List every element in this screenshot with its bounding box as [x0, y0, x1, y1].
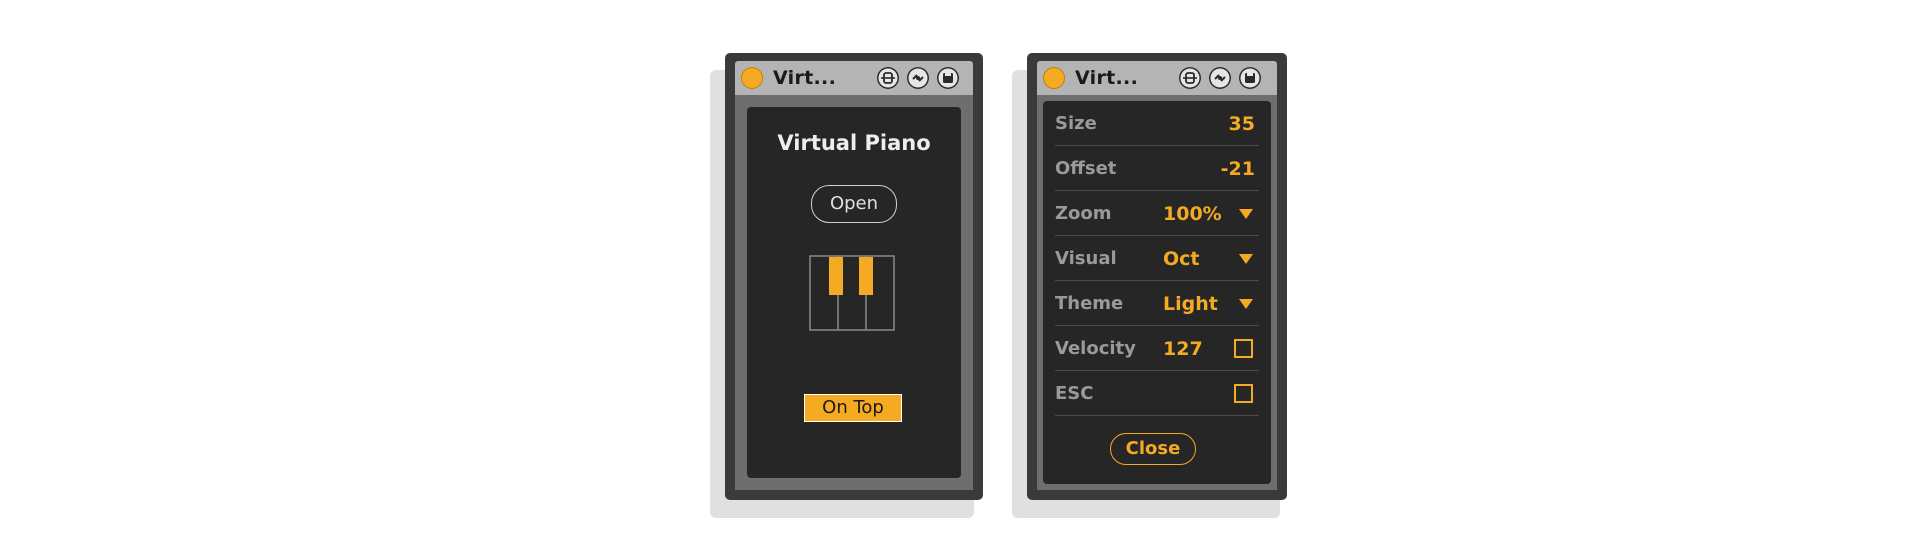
theme-value[interactable]: Light	[1163, 293, 1218, 315]
param-size[interactable]: Size 35	[1055, 101, 1259, 146]
device-heading: Virtual Piano	[777, 131, 931, 155]
zoom-value[interactable]: 100%	[1163, 203, 1222, 225]
power-icon[interactable]	[1043, 67, 1065, 89]
param-label: Offset	[1055, 158, 1117, 179]
left-panel: Virtual Piano Open On Top	[747, 107, 961, 478]
map-icon[interactable]	[1209, 67, 1231, 89]
param-theme[interactable]: Theme Light	[1055, 281, 1259, 326]
close-button[interactable]: Close	[1110, 433, 1196, 465]
visual-value[interactable]: Oct	[1163, 248, 1200, 270]
right-panel: Size 35 Offset -21 Zoom 100% Visual Oct …	[1043, 101, 1271, 484]
param-label: Visual	[1055, 248, 1117, 269]
save-icon[interactable]	[1239, 67, 1261, 89]
left-titlebar: Virt...	[735, 61, 973, 95]
param-velocity[interactable]: Velocity 127	[1055, 326, 1259, 371]
param-label: Size	[1055, 113, 1097, 134]
piano-icon	[809, 255, 895, 331]
size-value[interactable]: 35	[1229, 113, 1255, 135]
power-icon[interactable]	[741, 67, 763, 89]
freeze-icon[interactable]	[1179, 67, 1201, 89]
open-button[interactable]: Open	[811, 185, 897, 223]
param-label: Zoom	[1055, 203, 1112, 224]
chevron-down-icon[interactable]	[1239, 209, 1253, 219]
param-visual[interactable]: Visual Oct	[1055, 236, 1259, 281]
param-label: ESC	[1055, 383, 1094, 404]
right-device: Virt... Size 35 Offset -21 Zoom 100% Vis…	[1027, 53, 1287, 500]
right-titlebar: Virt...	[1037, 61, 1277, 95]
map-icon[interactable]	[907, 67, 929, 89]
left-frame: Virtual Piano Open On Top	[735, 95, 973, 490]
param-label: Velocity	[1055, 338, 1136, 359]
right-frame: Size 35 Offset -21 Zoom 100% Visual Oct …	[1037, 95, 1277, 490]
param-offset[interactable]: Offset -21	[1055, 146, 1259, 191]
left-device: Virt... Virtual Piano Open On Top	[725, 53, 983, 500]
chevron-down-icon[interactable]	[1239, 299, 1253, 309]
device-title: Virt...	[1075, 67, 1139, 89]
save-icon[interactable]	[937, 67, 959, 89]
velocity-checkbox[interactable]	[1234, 339, 1253, 358]
offset-value[interactable]: -21	[1221, 158, 1255, 180]
chevron-down-icon[interactable]	[1239, 254, 1253, 264]
esc-checkbox[interactable]	[1234, 384, 1253, 403]
on-top-button[interactable]: On Top	[804, 394, 902, 422]
param-label: Theme	[1055, 293, 1124, 314]
param-zoom[interactable]: Zoom 100%	[1055, 191, 1259, 236]
freeze-icon[interactable]	[877, 67, 899, 89]
device-title: Virt...	[773, 67, 837, 89]
velocity-value[interactable]: 127	[1163, 338, 1203, 360]
param-esc[interactable]: ESC	[1055, 371, 1259, 416]
